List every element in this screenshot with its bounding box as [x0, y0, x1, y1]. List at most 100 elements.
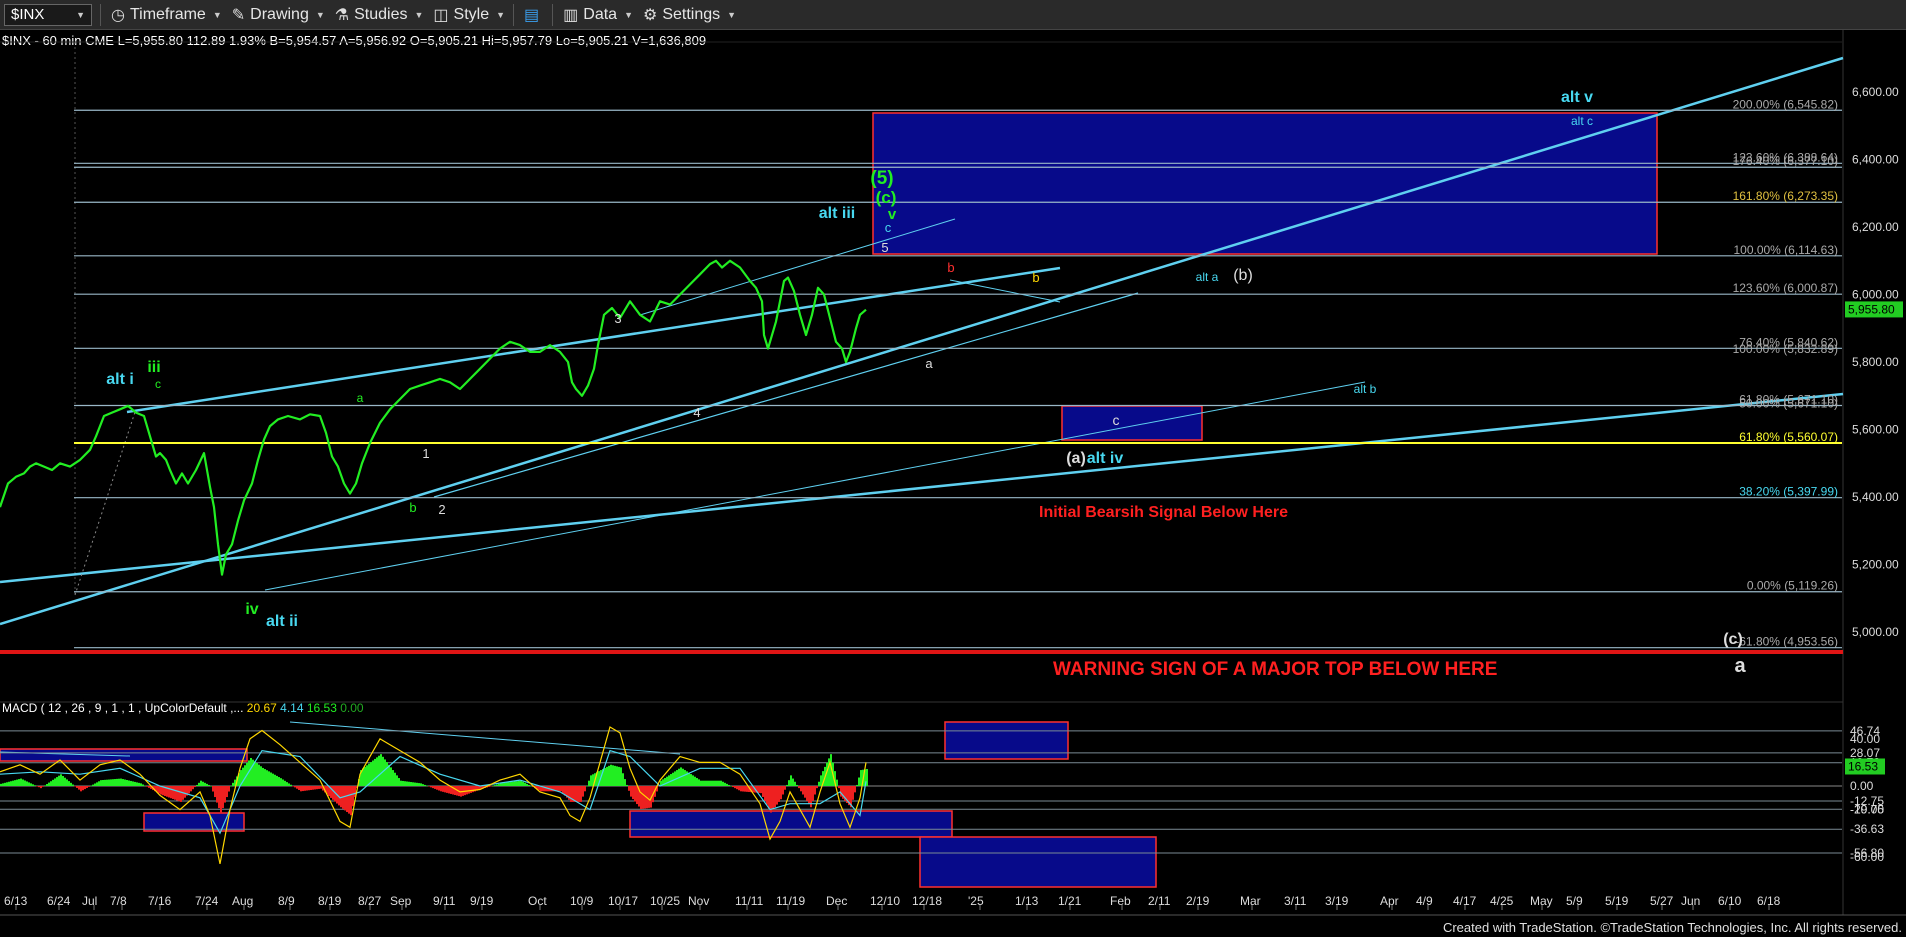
macd-histogram-bar — [38, 786, 40, 788]
macd-histogram-bar — [78, 786, 80, 790]
macd-histogram-bar — [426, 785, 428, 787]
macd-histogram-bar — [282, 779, 284, 786]
macd-histogram-bar — [820, 775, 822, 786]
macd-histogram-bar — [128, 780, 130, 786]
macd-histogram-bar — [614, 765, 616, 786]
macd-histogram-bar — [206, 783, 208, 786]
macd-histogram-bar — [62, 776, 64, 786]
x-tick-label: 7/8 — [110, 894, 127, 908]
macd-histogram-bar — [794, 781, 796, 786]
macd-histogram-bar — [786, 784, 788, 786]
macd-histogram-bar — [96, 782, 98, 786]
x-tick-label: Dec — [826, 894, 847, 908]
macd-histogram-bar — [706, 780, 708, 786]
x-tick-label: 11/19 — [776, 894, 805, 908]
macd-histogram-bar — [668, 775, 670, 786]
macd-histogram-bar — [258, 764, 260, 786]
macd-histogram-bar — [232, 782, 234, 786]
wave-label: b — [409, 500, 416, 515]
macd-histogram-bar — [0, 783, 2, 786]
macd-histogram-bar — [410, 782, 412, 786]
macd-histogram-bar — [44, 785, 46, 786]
macd-histogram-bar — [144, 785, 146, 787]
macd-histogram-bar — [394, 772, 396, 786]
macd-histogram-bar — [138, 782, 140, 786]
macd-histogram-bar — [52, 779, 54, 786]
macd-histogram-bar — [666, 776, 668, 786]
macd-histogram-bar — [700, 780, 702, 786]
wave-label: a — [357, 391, 364, 405]
macd-histogram-bar — [92, 784, 94, 786]
macd-histogram-bar — [852, 786, 854, 800]
macd-histogram-bar — [746, 786, 748, 792]
macd-histogram-bar — [136, 782, 138, 786]
macd-histogram-bar — [502, 783, 504, 786]
macd-histogram-bar — [726, 783, 728, 786]
macd-histogram-bar — [278, 777, 280, 786]
macd-histogram-bar — [648, 786, 650, 808]
y-tick-label: 6,400.00 — [1852, 153, 1899, 167]
macd-histogram-bar — [608, 765, 610, 786]
macd-histogram-bar — [430, 786, 432, 788]
macd-histogram-bar — [226, 786, 228, 798]
macd-histogram-bar — [716, 780, 718, 786]
macd-legend: MACD ( 12 , 26 , 9 , 1 , 1 , UpColorDefa… — [2, 701, 364, 715]
macd-histogram-bar — [468, 786, 470, 794]
x-tick-label: May — [1530, 894, 1553, 908]
macd-histogram-bar — [22, 779, 24, 786]
macd-histogram-bar — [76, 786, 78, 788]
macd-histogram-bar — [634, 786, 636, 802]
resistance-trend-line — [949, 279, 1061, 303]
macd-histogram-bar — [454, 786, 456, 796]
macd-histogram-bar — [212, 786, 214, 792]
macd-histogram-bar — [628, 786, 630, 791]
macd-histogram-bar — [170, 786, 172, 799]
macd-histogram-bar — [178, 786, 180, 802]
macd-histogram-bar — [518, 780, 520, 786]
fib-label: 176.40% (6,377.10) — [1733, 154, 1838, 168]
fib-label: 161.80% (6,273.35) — [1733, 189, 1838, 203]
macd-histogram-bar — [790, 775, 792, 786]
copyright-footer: Created with TradeStation. ©TradeStation… — [1442, 920, 1902, 935]
macd-histogram-bar — [106, 779, 108, 786]
main-trendline-lower — [0, 392, 1844, 584]
macd-histogram-bar — [134, 781, 136, 786]
macd-histogram-bar — [120, 778, 122, 786]
macd-histogram-bar — [710, 780, 712, 786]
macd-histogram-bar — [774, 786, 776, 808]
macd-histogram-bar — [98, 781, 100, 786]
macd-histogram-bar — [116, 778, 118, 786]
wave-label: alt iii — [819, 205, 855, 222]
macd-histogram-bar — [514, 781, 516, 786]
macd-histogram-bar — [20, 778, 22, 786]
macd-histogram-bar — [636, 786, 638, 805]
last-price-label: 5,955.80 — [1848, 302, 1895, 316]
x-tick-label: 7/24 — [195, 894, 219, 908]
macd-histogram-bar — [262, 767, 264, 786]
macd-histogram-bar — [42, 786, 44, 787]
macd-histogram-bar — [188, 786, 190, 794]
macd-histogram-bar — [526, 783, 528, 786]
macd-histogram-bar — [472, 786, 474, 793]
macd-histogram-bar — [286, 782, 288, 786]
dotted-projection-line — [74, 411, 136, 596]
y-tick-label: 5,400.00 — [1852, 490, 1899, 504]
channel-upper-line — [126, 266, 1061, 414]
macd-histogram-bar — [436, 786, 438, 790]
macd-histogram-bar — [268, 771, 270, 786]
macd-histogram-bar — [64, 777, 66, 786]
x-tick-label: Nov — [688, 894, 709, 908]
macd-histogram-bar — [264, 769, 266, 786]
y-tick-label: 6,600.00 — [1852, 85, 1899, 99]
chart-area[interactable]: 200.00% (6,545.82)123.60% (6,388.64)176.… — [0, 0, 1906, 937]
macd-histogram-bar — [220, 786, 222, 814]
macd-histogram-bar — [738, 786, 740, 791]
macd-histogram-bar — [48, 782, 50, 786]
wave-label: (5) — [870, 168, 893, 189]
macd-histogram-bar — [364, 766, 366, 786]
macd-histogram-bar — [218, 786, 220, 809]
macd-histogram-bar — [804, 786, 806, 798]
wave-label: a — [925, 356, 933, 371]
macd-histogram-bar — [230, 786, 232, 787]
macd-histogram-bar — [90, 785, 92, 787]
